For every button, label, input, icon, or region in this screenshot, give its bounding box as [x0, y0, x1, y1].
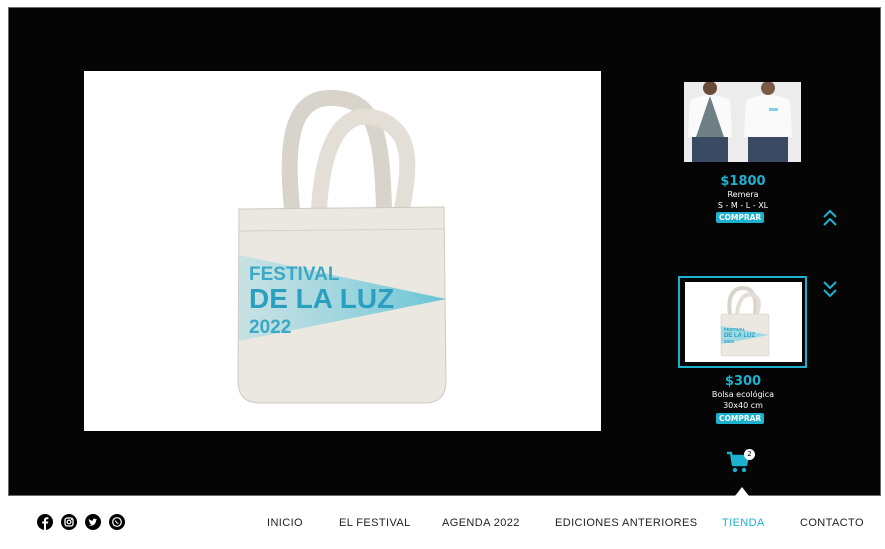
bag-print-line1: FESTIVAL [249, 264, 340, 285]
nav-agenda-2022[interactable]: AGENDA 2022 [442, 517, 520, 529]
cart-count-badge: 2 [744, 449, 755, 460]
bag-print-line2: DE LA LUZ [249, 283, 394, 314]
scroll-down-arrow-icon[interactable] [822, 279, 838, 303]
nav-inicio[interactable]: INICIO [267, 517, 303, 529]
instagram-icon[interactable] [61, 514, 77, 530]
product-sizes-remera: S - M - L - XL [717, 201, 769, 210]
featured-product-image: FESTIVAL DE LA LUZ 2022 [84, 71, 601, 431]
product-thumbnail-bolsa[interactable]: FESTIVAL DE LA LUZ 2022 [678, 276, 807, 368]
product-name-remera: Remera [727, 190, 759, 199]
nav-tienda[interactable]: TIENDA [722, 517, 765, 529]
facebook-icon[interactable] [37, 514, 53, 530]
bag-print-line3: 2022 [249, 317, 291, 338]
twitter-icon[interactable] [85, 514, 101, 530]
product-price-bolsa: $300 [724, 374, 762, 389]
cart-pointer-caret [735, 487, 749, 496]
tote-bag-thumbnail-image: FESTIVAL DE LA LUZ 2022 [685, 282, 802, 362]
product-size-bolsa: 30x40 cm [723, 401, 763, 410]
product-price-remera: $1800 [720, 174, 766, 189]
scroll-up-arrow-icon[interactable] [822, 208, 838, 232]
thumb-print-line3: 2022 [724, 339, 735, 344]
thumb-print-line1: FESTIVAL [724, 327, 746, 332]
product-name-bolsa: Bolsa ecológica [711, 390, 775, 399]
nav-contacto[interactable]: CONTACTO [800, 517, 864, 529]
product-thumbnail-remera[interactable] [684, 81, 801, 162]
buy-button-bolsa[interactable]: COMPRAR [716, 413, 765, 424]
nav-el-festival[interactable]: EL FESTIVAL [339, 517, 411, 529]
buy-button-remera[interactable]: COMPRAR [716, 212, 765, 223]
whatsapp-icon[interactable] [109, 514, 125, 530]
nav-ediciones-anteriores[interactable]: EDICIONES ANTERIORES [555, 517, 697, 529]
